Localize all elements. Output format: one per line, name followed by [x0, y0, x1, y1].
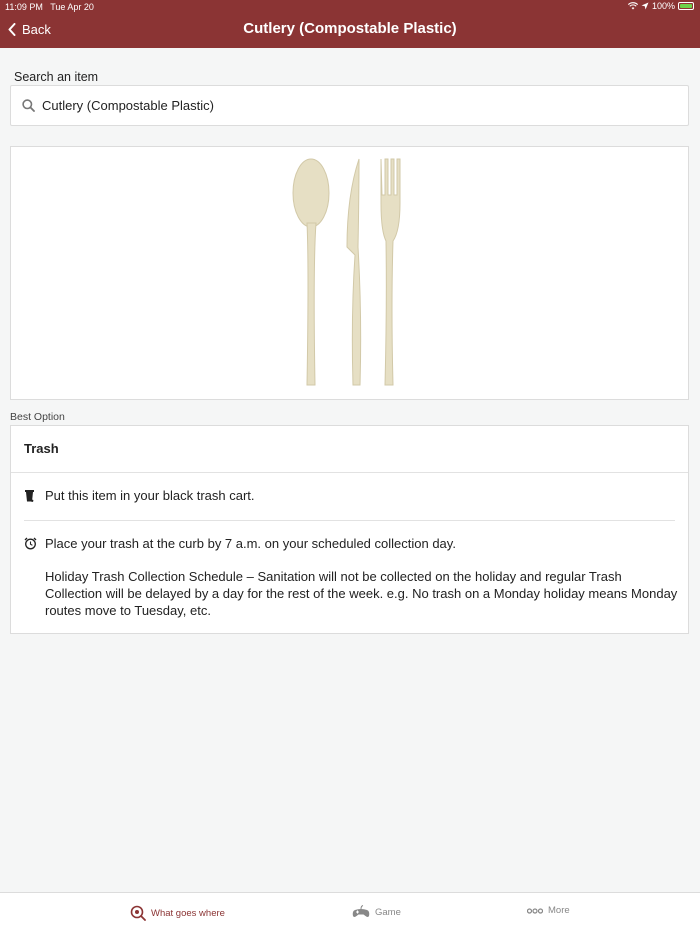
tab-label: Game — [375, 906, 401, 918]
nav-header: 11:09 PM Tue Apr 20 100% Back Cutlery (C… — [0, 0, 700, 48]
divider — [11, 472, 688, 473]
tab-game[interactable]: Game — [352, 905, 401, 919]
instruction-row: Put this item in your black trash cart. — [24, 487, 255, 506]
instruction-text: Place your trash at the curb by 7 a.m. o… — [45, 536, 456, 551]
tab-label: What goes where — [151, 907, 225, 919]
tab-more[interactable]: More — [527, 905, 570, 916]
location-arrow-icon — [641, 2, 649, 10]
search-field[interactable] — [10, 85, 689, 126]
wifi-icon — [627, 2, 638, 10]
search-input[interactable] — [42, 98, 642, 113]
tab-what-goes-where[interactable]: What goes where — [130, 905, 225, 921]
item-image-card — [10, 146, 689, 400]
tab-bar: What goes where Game More — [0, 892, 700, 934]
best-option-label: Best Option — [10, 411, 65, 423]
search-icon — [22, 99, 35, 112]
option-title: Trash — [24, 441, 59, 456]
knife-shape — [346, 158, 362, 386]
instruction-text: Put this item in your black trash cart. — [45, 488, 255, 503]
battery-percent: 100% — [651, 1, 675, 11]
fork-shape — [380, 158, 401, 386]
search-label: Search an item — [14, 70, 99, 84]
alarm-clock-icon — [24, 535, 45, 554]
cutlery-image — [292, 158, 401, 386]
instruction-row: Place your trash at the curb by 7 a.m. o… — [24, 535, 456, 554]
spoon-shape — [292, 158, 330, 386]
best-option-card: Trash Put this item in your black trash … — [10, 425, 689, 634]
search-pin-icon — [130, 905, 146, 921]
holiday-schedule-note: Holiday Trash Collection Schedule – Sani… — [45, 569, 678, 618]
status-date-text: Tue Apr 20 — [50, 2, 94, 12]
battery-icon — [678, 2, 694, 10]
status-time: 11:09 PM Tue Apr 20 — [5, 2, 94, 12]
more-icon — [527, 907, 543, 914]
tab-label: More — [548, 905, 570, 916]
game-controller-icon — [352, 905, 370, 917]
status-bar: 11:09 PM Tue Apr 20 100% — [0, 0, 700, 14]
divider — [24, 520, 675, 521]
trash-can-icon — [24, 487, 45, 506]
status-time-text: 11:09 PM — [5, 2, 43, 12]
page-title: Cutlery (Compostable Plastic) — [243, 20, 457, 37]
status-indicators: 100% — [627, 1, 694, 11]
